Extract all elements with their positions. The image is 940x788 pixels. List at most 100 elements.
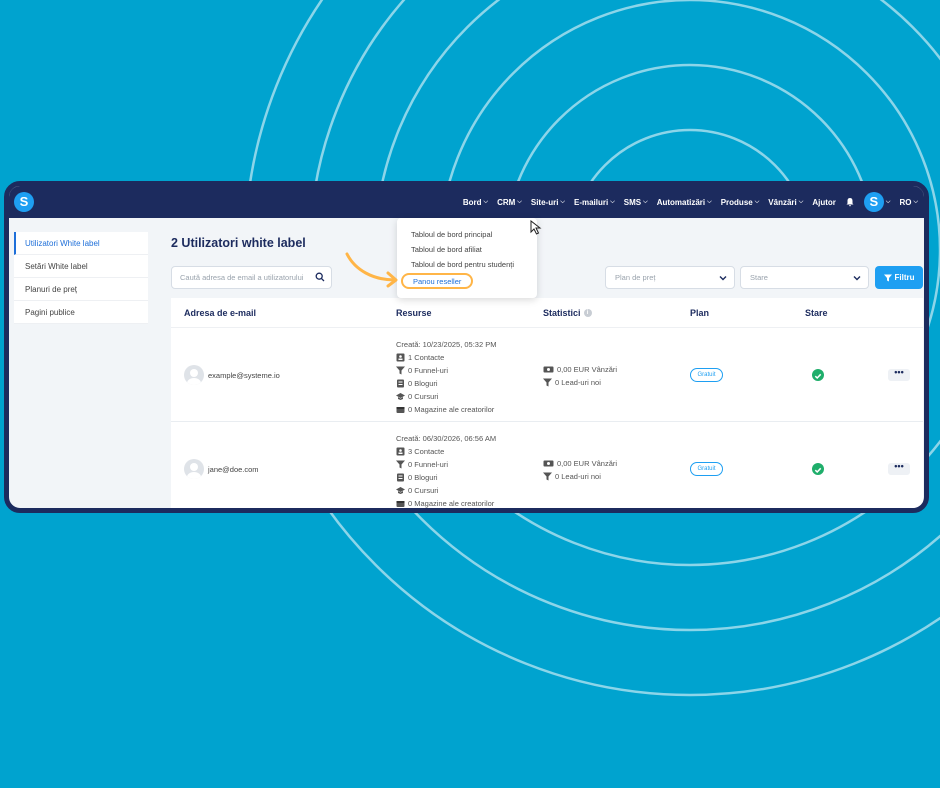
funnels-count: 0 Funnel-uri xyxy=(396,458,496,471)
annotation-arrow-icon xyxy=(345,252,398,288)
user-avatar-icon xyxy=(184,459,204,479)
nav-item-ajutor[interactable]: Ajutor xyxy=(812,198,836,207)
table-row: jane@doe.com Creată: 06/30/2026, 06:56 A… xyxy=(171,422,923,508)
nav-item-sms[interactable]: SMS ⌵ xyxy=(624,198,648,207)
filter-button[interactable]: Filtru xyxy=(875,266,923,289)
search-input[interactable]: Caută adresa de email a utilizatorului xyxy=(171,266,332,289)
search-icon xyxy=(315,272,325,282)
leads-stat: 0 Lead-uri noi xyxy=(543,376,617,389)
stats-cell: 0,00 EUR Vânzări 0 Lead-uri noi xyxy=(543,457,617,483)
nav-item-crm[interactable]: CRM ⌵ xyxy=(497,198,522,207)
leads-stat: 0 Lead-uri noi xyxy=(543,470,617,483)
info-icon[interactable]: i xyxy=(583,309,592,317)
stores-count: 0 Magazine ale creatorilor xyxy=(396,497,496,508)
column-header-stare: Stare xyxy=(805,308,828,318)
sidebar-item-pagini[interactable]: Pagini publice xyxy=(14,301,148,324)
sidebar-item-setari[interactable]: Setări White label xyxy=(14,255,148,278)
stats-cell: 0,00 EUR Vânzări 0 Lead-uri noi xyxy=(543,363,617,389)
graduation-cap-icon xyxy=(396,487,405,494)
nav-item-vanzari[interactable]: Vânzări ⌵ xyxy=(768,198,803,207)
store-icon xyxy=(396,501,405,507)
money-icon xyxy=(543,366,554,373)
graduation-cap-icon xyxy=(396,393,405,400)
funnel-icon xyxy=(396,366,405,375)
account-menu[interactable]: S ⌵ xyxy=(863,192,891,212)
status-select[interactable]: Stare xyxy=(740,266,869,289)
systeme-logo[interactable]: S xyxy=(14,192,34,212)
menu-item-panou-reseller[interactable]: Panou reseller xyxy=(401,273,473,289)
sidebar: Utilizatori White label Setări White lab… xyxy=(14,232,148,324)
sales-stat: 0,00 EUR Vânzări xyxy=(543,363,617,376)
menu-item-tabloul-studenti[interactable]: Tabloul de bord pentru studenți xyxy=(397,257,537,272)
blog-icon xyxy=(397,473,404,482)
blogs-count: 0 Bloguri xyxy=(396,377,497,390)
chevron-down-icon: ⌵ xyxy=(610,198,615,205)
user-email: example@systeme.io xyxy=(208,371,280,380)
resources-cell: Creată: 06/30/2026, 06:56 AM 3 Contacte … xyxy=(396,432,497,508)
search-placeholder: Caută adresa de email a utilizatorului xyxy=(180,273,304,282)
courses-count: 0 Cursuri xyxy=(396,390,497,403)
funnel-icon xyxy=(543,472,552,481)
bord-dropdown-menu: Tabloul de bord principal Tabloul de bor… xyxy=(397,218,537,298)
funnel-icon xyxy=(396,460,405,469)
column-header-email: Adresa de e-mail xyxy=(184,308,257,318)
nav-item-site-uri[interactable]: Site-uri ⌵ xyxy=(531,198,565,207)
more-actions-button[interactable]: ••• xyxy=(888,462,910,475)
created-date: Creată: 10/23/2025, 05:32 PM xyxy=(396,340,497,349)
nav-item-e-mailuri[interactable]: E-mailuri ⌵ xyxy=(574,198,615,207)
column-header-plan: Plan xyxy=(690,308,710,318)
chevron-down-icon: ⌵ xyxy=(885,198,891,205)
status-check-icon xyxy=(812,463,824,475)
mouse-cursor-icon xyxy=(530,220,542,235)
money-icon xyxy=(543,460,554,467)
plan-badge: Gratuit xyxy=(690,462,723,476)
avatar: S xyxy=(863,192,884,212)
plan-select[interactable]: Plan de preț xyxy=(605,266,735,289)
menu-item-tabloul-afiliat[interactable]: Tabloul de bord afiliat xyxy=(397,242,537,257)
chevron-down-icon: ⌵ xyxy=(483,198,489,205)
chevron-down-icon xyxy=(719,276,727,281)
chevron-down-icon: ⌵ xyxy=(798,198,804,205)
courses-count: 0 Cursuri xyxy=(396,484,496,497)
sidebar-item-planuri[interactable]: Planuri de preț xyxy=(14,278,148,301)
sales-stat: 0,00 EUR Vânzări xyxy=(543,457,617,470)
resources-cell: Creată: 10/23/2025, 05:32 PM 1 Contacte … xyxy=(396,338,497,416)
app-window: S Bord ⌵ CRM ⌵ Site-uri ⌵ E-mailuri ⌵ SMS ⌵ A… xyxy=(4,181,929,513)
table-row: example@systeme.io Creată: 10/23/2025, 0… xyxy=(171,328,923,422)
contacts-count: 1 Contacte xyxy=(396,351,497,364)
sidebar-item-utilizatori[interactable]: Utilizatori White label xyxy=(14,232,148,255)
created-date: Creată: 06/30/2026, 06:56 AM xyxy=(396,434,497,443)
store-icon xyxy=(396,407,405,413)
chevron-down-icon xyxy=(853,276,861,281)
nav-item-produse[interactable]: Produse ⌵ xyxy=(721,198,760,207)
contact-card-icon xyxy=(396,353,405,362)
plan-badge: Gratuit xyxy=(690,368,723,382)
funnels-count: 0 Funnel-uri xyxy=(396,364,497,377)
nav-item-bord[interactable]: Bord ⌵ xyxy=(463,198,488,207)
user-email: jane@doe.com xyxy=(208,465,259,474)
chevron-down-icon: ⌵ xyxy=(643,198,648,205)
column-header-statistici: Statistici i xyxy=(543,308,592,318)
top-navbar: S Bord ⌵ CRM ⌵ Site-uri ⌵ E-mailuri ⌵ SMS ⌵ A… xyxy=(9,186,924,218)
chevron-down-icon: ⌵ xyxy=(913,198,918,205)
contacts-count: 3 Contacte xyxy=(396,445,496,458)
stores-count: 0 Magazine ale creatorilor xyxy=(396,403,497,416)
funnel-icon xyxy=(543,378,552,387)
filter-icon xyxy=(883,274,892,281)
chevron-down-icon: ⌵ xyxy=(754,198,760,205)
menu-item-tabloul-principal[interactable]: Tabloul de bord principal xyxy=(397,227,537,242)
status-check-icon xyxy=(812,369,824,381)
table-header: Adresa de e-mail Resurse Statistici i Pl… xyxy=(171,298,923,328)
bell-icon[interactable] xyxy=(845,197,855,207)
contact-card-icon xyxy=(396,447,405,456)
page-title: 2 Utilizatori white label xyxy=(171,236,306,250)
chevron-down-icon: ⌵ xyxy=(560,198,565,205)
language-selector[interactable]: RO ⌵ xyxy=(899,198,918,207)
nav-item-automatizari[interactable]: Automatizări ⌵ xyxy=(657,198,712,207)
blogs-count: 0 Bloguri xyxy=(396,471,496,484)
user-avatar-icon xyxy=(184,365,204,385)
more-actions-button[interactable]: ••• xyxy=(888,368,910,381)
nav-menu: Bord ⌵ CRM ⌵ Site-uri ⌵ E-mailuri ⌵ SMS ⌵ Aut… xyxy=(463,186,918,218)
column-header-resurse: Resurse xyxy=(396,308,432,318)
chevron-down-icon: ⌵ xyxy=(517,198,522,205)
